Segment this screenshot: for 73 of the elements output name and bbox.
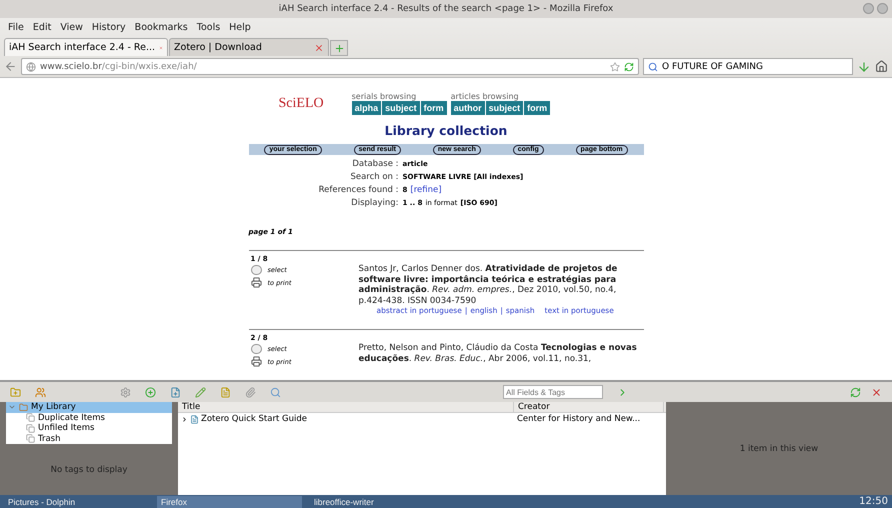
menu-item[interactable]: File	[8, 22, 24, 32]
info-label: References found :	[318, 185, 398, 195]
info-label: Search on :	[349, 172, 398, 182]
window-title: iAH Search interface 2.4 - Results of the search <page 1> - Mozilla Firefox	[278, 4, 614, 14]
refresh-icon[interactable]	[850, 386, 861, 398]
group-label: articles browsing	[450, 92, 520, 101]
clock: 12:50	[859, 496, 888, 507]
browse-button[interactable]: author	[450, 101, 485, 115]
home-icon[interactable]	[875, 60, 888, 73]
browse-button[interactable]: alpha	[352, 101, 382, 115]
menu-item[interactable]: Bookmarks	[134, 22, 188, 32]
select-checkbox[interactable]	[250, 344, 262, 354]
new-folder-icon[interactable]	[10, 386, 21, 398]
citation: Santos Jr, Carlos Denner dos. Atratividade de projetos de software livre: importância teórica e estratégias para administração. Rev. adm. empres., Dez 2010, vol.50, no.4, p.424-438. ISSN 0034-7590	[358, 264, 618, 306]
add-icon[interactable]	[145, 386, 156, 398]
new-tab-button[interactable]	[330, 40, 348, 56]
bookmark-star-icon[interactable]	[610, 62, 620, 72]
collection-item[interactable]: Trash	[6, 434, 172, 444]
browse-button[interactable]: form	[420, 101, 447, 115]
search-icon[interactable]	[270, 386, 281, 398]
minimize-button[interactable]	[863, 3, 874, 14]
citation: Pretto, Nelson and Pinto, Cláudio da Costa Tecnologias e novas educações. Rev. Bras. Educ., Abr 2006, vol.11, no.31,	[358, 343, 638, 364]
page-heading: Library collection	[384, 123, 508, 138]
search-field[interactable]: O FUTURE OF GAMING	[643, 58, 853, 75]
refine-link[interactable]: [refine]	[410, 185, 442, 195]
new-document-icon[interactable]	[170, 386, 181, 398]
browser-tab[interactable]: Zotero | Download	[169, 38, 329, 56]
group-label: serials browsing	[352, 92, 418, 101]
select-checkbox[interactable]	[250, 265, 262, 275]
printer-icon[interactable]	[250, 277, 262, 288]
globe-icon	[26, 62, 36, 72]
pencil-icon[interactable]	[195, 386, 206, 398]
info-label: Database :	[351, 159, 398, 169]
title-cell[interactable]: Zotero Quick Start Guide	[178, 414, 514, 424]
logo[interactable]: SciELO	[278, 96, 324, 112]
browse-button[interactable]: subject	[486, 101, 524, 115]
reload-icon[interactable]	[624, 62, 634, 72]
address-field[interactable]: www.scielo.br/cgi-bin/wxis.exe/iah/	[21, 58, 639, 75]
paperclip-icon[interactable]	[245, 386, 256, 398]
tags-empty-message: No tags to display	[50, 464, 128, 474]
close-icon[interactable]	[871, 386, 882, 398]
browse-button[interactable]: form	[524, 101, 550, 115]
info-label: Displaying:	[350, 198, 398, 208]
taskbar-button[interactable]: Firefox	[157, 496, 302, 508]
browse-button[interactable]: subject	[382, 101, 420, 115]
search-field[interactable]: All Fields & Tags	[503, 385, 603, 399]
back-icon[interactable]	[4, 60, 17, 73]
collection-item[interactable]: Unfiled Items	[6, 423, 172, 434]
search-icon	[648, 62, 658, 72]
menu-item[interactable]: Help	[229, 22, 251, 32]
menu-item[interactable]: Tools	[196, 22, 220, 32]
note-icon[interactable]	[220, 386, 231, 398]
chevron-right-icon[interactable]	[181, 416, 188, 422]
browser-tab[interactable]: iAH Search interface 2.4 - Re...	[4, 38, 168, 56]
collection-item[interactable]: Duplicate Items	[6, 412, 172, 423]
item-count: 1 item in this view	[740, 444, 818, 454]
plus-icon	[334, 42, 344, 54]
column-header[interactable]: Title	[178, 402, 514, 412]
printer-icon[interactable]	[250, 356, 262, 367]
creator-cell[interactable]: Center for History and New...	[514, 414, 664, 424]
taskbar-button[interactable]: libreoffice-writer	[310, 496, 455, 508]
menu-item[interactable]: View	[60, 22, 83, 32]
document-icon	[190, 414, 199, 424]
menu-item[interactable]: Edit	[32, 22, 52, 32]
collection-item[interactable]: My Library	[6, 402, 172, 412]
menu-item[interactable]: History	[92, 22, 126, 32]
url-text: www.scielo.br/cgi-bin/wxis.exe/iah/	[40, 62, 197, 72]
settings-icon[interactable]	[120, 386, 131, 398]
column-header[interactable]: Creator	[514, 402, 664, 412]
taskbar-button[interactable]: Pictures - Dolphin	[4, 496, 149, 508]
maximize-button[interactable]	[877, 3, 888, 14]
close-icon[interactable]	[314, 42, 324, 52]
group-icon[interactable]	[35, 386, 46, 398]
